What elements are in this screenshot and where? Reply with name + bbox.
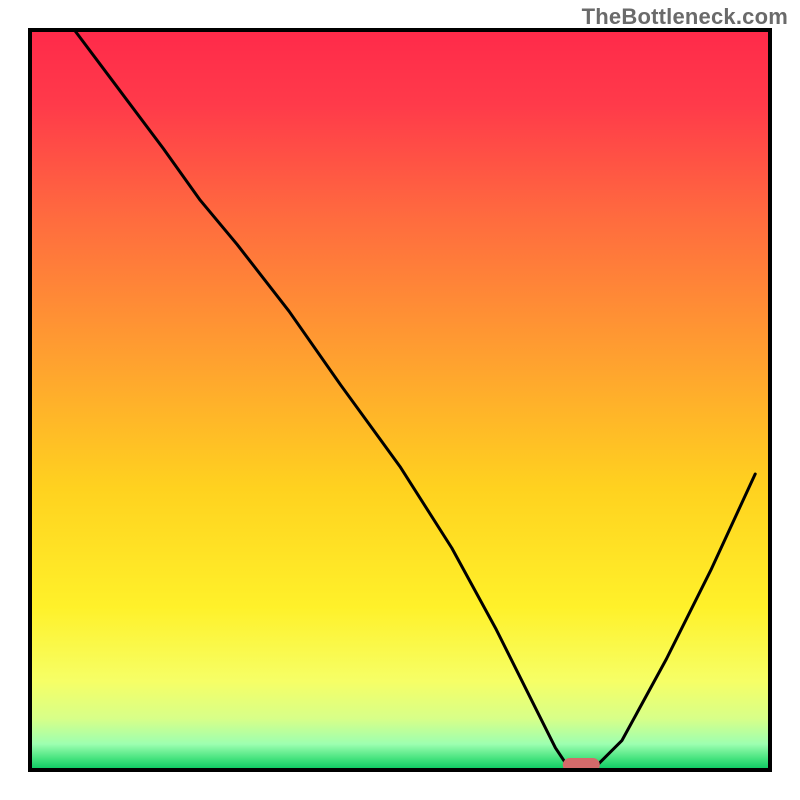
watermark-text: TheBottleneck.com — [582, 4, 788, 30]
plot-background — [30, 30, 770, 770]
bottleneck-chart: TheBottleneck.com — [0, 0, 800, 800]
chart-svg — [0, 0, 800, 800]
